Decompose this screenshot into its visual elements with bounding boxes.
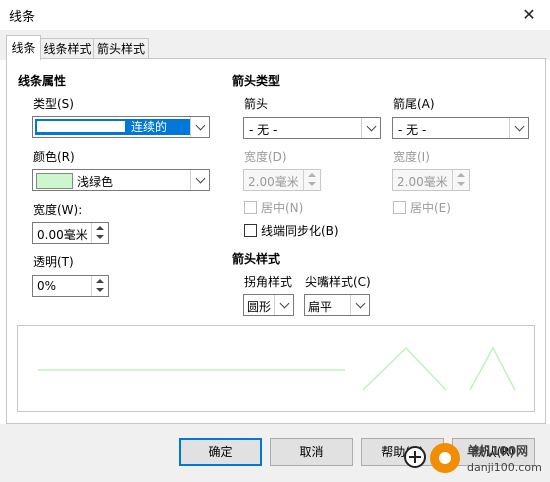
arrow-start-value: - 无 - [249,123,278,137]
transparency-label: 透明(T) [33,255,74,269]
spin-up-icon[interactable] [457,173,465,177]
color-combo[interactable]: 浅绿色 [32,169,210,191]
end-center-checkbox[interactable] [393,201,406,214]
spin-down-icon[interactable] [96,235,104,239]
start-center-checkbox[interactable] [244,201,257,214]
sync-ends-label: 线端同步化(B) [261,224,339,238]
transparency-spinner[interactable]: 0% [32,275,109,297]
arrow-start-label: 箭头 [244,97,269,111]
line-type-combo[interactable]: 连续的 [32,116,210,138]
end-width-value: 2.00毫米 [397,175,448,189]
line-preview [17,325,535,412]
cap-style-label: 尖嘴样式(C) [305,275,371,289]
chevron-down-icon[interactable] [190,170,209,190]
line-sample [37,121,125,132]
width-label: 宽度(W): [33,203,83,217]
spin-up-icon[interactable] [308,173,316,177]
preview-corner-line [362,346,447,391]
watermark-plus-icon [404,446,426,468]
tab-line-style[interactable]: 线条样式 [40,38,95,59]
start-width-label: 宽度(D) [244,150,287,164]
end-width-spinner[interactable]: 2.00毫米 [392,169,470,191]
preview-graphic [38,346,516,391]
chevron-down-icon[interactable] [274,295,293,315]
tab-line[interactable]: 线条 [6,35,41,60]
ok-button[interactable]: 确定 [179,438,262,466]
watermark-site: danji100.com [467,461,542,474]
spin-down-icon[interactable] [308,182,316,186]
arrow-end-combo[interactable]: - 无 - [392,117,529,139]
start-center-label: 居中(N) [261,201,304,215]
line-props-heading: 线条属性 [18,74,67,88]
corner-style-combo[interactable]: 圆形 [243,294,294,316]
start-width-value: 2.00毫米 [248,175,299,189]
arrow-end-value: - 无 - [398,123,427,137]
cancel-button[interactable]: 取消 [270,438,353,466]
window-title: 线条 [9,10,36,25]
selected-highlight: 连续的 [35,119,191,135]
corner-style-value: 圆形 [247,300,272,314]
chevron-down-icon[interactable] [509,118,528,138]
end-center-label: 居中(E) [410,201,451,215]
chevron-down-icon[interactable] [190,117,209,137]
color-value: 浅绿色 [77,175,114,189]
arrow-end-label: 箭尾(A) [393,97,435,111]
arrow-type-heading: 箭头类型 [232,74,281,88]
width-spinner[interactable]: 0.00毫米 [32,222,109,244]
chevron-down-icon[interactable] [361,118,380,138]
cap-style-value: 扁平 [308,300,333,314]
type-label: 类型(S) [33,97,74,111]
color-label: 颜色(R) [33,150,75,164]
width-value: 0.00毫米 [37,228,88,242]
watermark-logo-icon [430,443,460,473]
corner-style-label: 拐角样式 [244,275,293,289]
spin-up-icon[interactable] [96,226,104,230]
preview-corner-line [469,346,516,391]
cap-style-combo[interactable]: 扁平 [304,294,370,316]
arrow-start-combo[interactable]: - 无 - [243,117,381,139]
spin-down-icon[interactable] [96,288,104,292]
watermark-brand: 单机100网 [467,444,529,458]
sync-ends-checkbox[interactable] [244,224,257,237]
spin-down-icon[interactable] [457,182,465,186]
tab-arrow-style[interactable]: 箭头样式 [93,38,149,59]
color-swatch [36,173,73,189]
transparency-value: 0% [37,279,57,293]
start-width-spinner[interactable]: 2.00毫米 [243,169,321,191]
end-width-label: 宽度(I) [393,150,430,164]
title-bar [0,0,550,30]
spin-up-icon[interactable] [96,279,104,283]
arrow-style-heading: 箭头样式 [232,252,281,266]
close-icon[interactable]: ✕ [514,3,544,27]
chevron-down-icon[interactable] [350,295,369,315]
line-type-value: 连续的 [131,120,168,134]
